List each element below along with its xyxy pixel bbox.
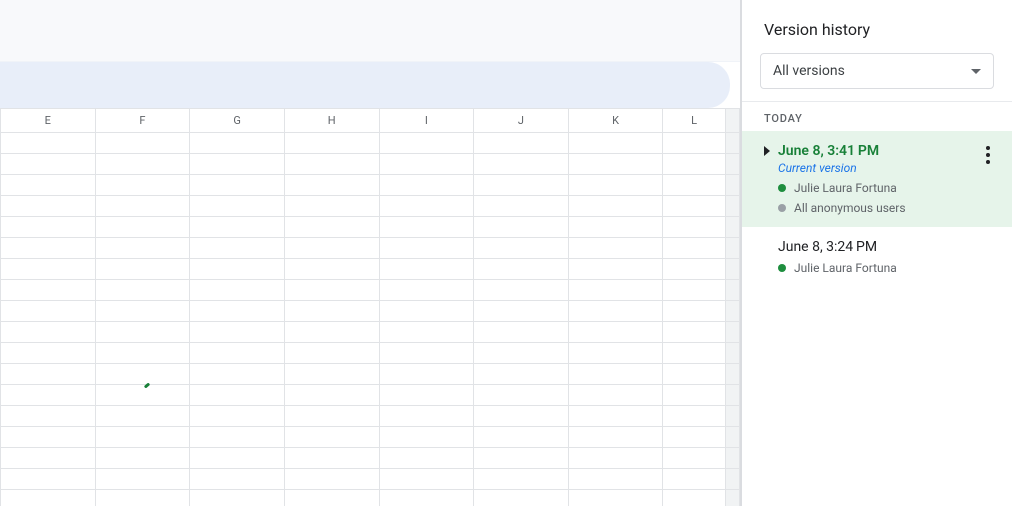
section-label-today: TODAY bbox=[742, 102, 1012, 131]
version-filter-label: All versions bbox=[773, 63, 845, 79]
version-item-current[interactable]: June 8, 3:41 PM Current version Julie La… bbox=[742, 131, 1012, 227]
app-root: E F G H I J K L bbox=[0, 0, 1012, 506]
version-timestamp: June 8, 3:41 PM bbox=[778, 143, 879, 159]
version-subtitle: Current version bbox=[778, 161, 996, 175]
formula-bar[interactable] bbox=[0, 62, 730, 108]
spreadsheet-area: E F G H I J K L bbox=[0, 0, 740, 506]
column-header[interactable]: H bbox=[284, 109, 379, 133]
editor-color-dot bbox=[778, 204, 786, 212]
version-history-panel: Version history All versions TODAY June … bbox=[742, 0, 1012, 506]
panel-title: Version history bbox=[742, 0, 1012, 53]
editor-name: Julie Laura Fortuna bbox=[794, 261, 897, 275]
editor-name: Julie Laura Fortuna bbox=[794, 181, 897, 195]
version-actions-button[interactable] bbox=[978, 143, 998, 167]
spreadsheet-grid[interactable]: E F G H I J K L bbox=[0, 108, 740, 506]
expand-triangle-icon[interactable] bbox=[764, 146, 770, 156]
grid-body bbox=[1, 133, 740, 506]
column-gutter bbox=[725, 109, 739, 133]
version-timestamp: June 8, 3:24 PM bbox=[778, 239, 877, 255]
column-header[interactable]: I bbox=[379, 109, 474, 133]
more-vert-icon bbox=[986, 153, 990, 157]
more-vert-icon bbox=[986, 146, 990, 150]
column-header-row: E F G H I J K L bbox=[1, 109, 740, 133]
toolbar-placeholder bbox=[0, 0, 740, 62]
editor-name: All anonymous users bbox=[794, 201, 906, 215]
editor-row: All anonymous users bbox=[778, 201, 996, 215]
column-header[interactable]: L bbox=[663, 109, 725, 133]
column-header[interactable]: E bbox=[1, 109, 96, 133]
more-vert-icon bbox=[986, 160, 990, 164]
column-header[interactable]: G bbox=[190, 109, 285, 133]
editor-color-dot bbox=[778, 264, 786, 272]
version-filter-select[interactable]: All versions bbox=[760, 53, 994, 89]
editor-color-dot bbox=[778, 184, 786, 192]
version-item[interactable]: June 8, 3:24 PM Julie Laura Fortuna bbox=[742, 227, 1012, 287]
grid-wrap: E F G H I J K L bbox=[0, 108, 740, 506]
column-header[interactable]: K bbox=[568, 109, 663, 133]
chevron-down-icon bbox=[971, 69, 981, 74]
column-header[interactable]: F bbox=[95, 109, 190, 133]
editor-row: Julie Laura Fortuna bbox=[778, 181, 996, 195]
editor-row: Julie Laura Fortuna bbox=[778, 261, 996, 275]
column-header[interactable]: J bbox=[474, 109, 569, 133]
